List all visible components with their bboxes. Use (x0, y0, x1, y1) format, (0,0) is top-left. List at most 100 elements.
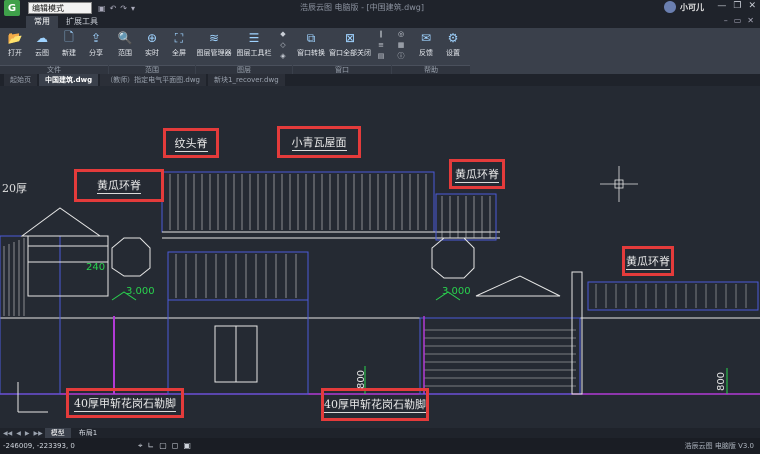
window-title: 浩辰云图 电脑版 - [中国建筑.dwg] (300, 3, 424, 12)
help-small-1-icon[interactable]: ◎ (396, 30, 406, 39)
title-bar: G 编辑模式 ▣ ↶ ↷ ▾ 浩辰云图 电脑版 - [中国建筑.dwg] 小可儿… (0, 0, 760, 16)
group-layer: 图层 (196, 65, 292, 74)
group-help: 帮助 (392, 65, 470, 74)
layer-toolbar-label: 图层工具栏 (236, 49, 272, 57)
cloud-button[interactable]: ☁ 云图 (29, 30, 55, 58)
help-small-2-icon[interactable]: ▦ (396, 41, 406, 50)
ucs-icon (17, 382, 48, 413)
callout-huanggua-ridge-mid: 黄瓜环脊 (449, 159, 505, 189)
ortho-icon[interactable]: ∟ (148, 441, 155, 451)
polar-icon[interactable]: ◻ (172, 441, 179, 451)
share-label: 分享 (89, 49, 103, 57)
close-icon[interactable]: ✕ (748, 1, 756, 11)
window-switch-label: 窗口转换 (297, 49, 325, 57)
avatar[interactable] (664, 1, 676, 13)
fullscreen-button[interactable]: ⛶ 全屏 (166, 30, 192, 58)
save-icon[interactable]: ▣ (98, 4, 106, 13)
open-folder-icon: 📂 (7, 31, 23, 45)
group-window: 窗口 (293, 65, 391, 74)
ribbon-minimize-icon[interactable]: – (724, 16, 728, 25)
zoom-realtime-button[interactable]: ⊕ 实时 (139, 30, 165, 58)
user-area[interactable]: 小可儿 (664, 1, 704, 13)
cascade-icon[interactable]: ▤ (376, 52, 386, 61)
fullscreen-label: 全屏 (172, 49, 186, 57)
layer-tool-small-2-icon[interactable]: ◇ (278, 41, 288, 50)
doc-tab-block-recover[interactable]: 新块1_recover.dwg (208, 74, 285, 86)
layer-tool-small-3-icon[interactable]: ◈ (278, 52, 288, 61)
ribbon-restore-icon[interactable]: ▭ (734, 16, 742, 25)
doc-tab-electrical-plan[interactable]: （教师）指定电气平面图.dwg (100, 74, 206, 86)
first-layout-icon[interactable]: ◀◀ (3, 430, 12, 437)
dropdown-icon[interactable]: ▾ (131, 4, 135, 13)
tab-common[interactable]: 常用 (26, 16, 58, 28)
close-all-windows-icon: ⊠ (344, 31, 356, 45)
feedback-button[interactable]: ✉ 反馈 (413, 30, 439, 58)
restore-icon[interactable]: ❐ (733, 1, 741, 11)
next-layout-icon[interactable]: ▶ (25, 430, 30, 437)
last-layout-icon[interactable]: ▶▶ (33, 430, 42, 437)
drawing-canvas[interactable]: 纹头脊 小青瓦屋面 黄瓜环脊 黄瓜环脊 黄瓜环脊 40厚甲斩花岗石勒脚 40厚甲… (0, 86, 760, 428)
status-bar: -246009, -223393, 0 ⌖ ∟ ▢ ◻ ▣ 浩辰云图 电脑版 V… (0, 438, 760, 454)
app-logo[interactable]: G (4, 0, 20, 16)
ribbon-close-icon[interactable]: ✕ (747, 16, 754, 25)
callout-granite-plinth-right: 40厚甲斩花岗石勒脚 (321, 388, 429, 421)
layer-manager-button[interactable]: ≋ 图层管理器 (196, 30, 232, 58)
left-hex-window (111, 237, 151, 277)
osnap-icon[interactable]: ▣ (183, 441, 191, 451)
zoom-realtime-icon: ⊕ (146, 31, 158, 45)
share-button[interactable]: ⇪ 分享 (83, 30, 109, 58)
layer-toolbar-icon: ☰ (248, 31, 260, 45)
document-tabs: 起始页 中国建筑.dwg （教师）指定电气平面图.dwg 新块1_recover… (0, 74, 760, 86)
zoom-range-button[interactable]: 🔍 范围 (112, 30, 138, 58)
right-low-roof (475, 275, 561, 297)
tab-model[interactable]: 模型 (44, 428, 71, 438)
tab-layout1[interactable]: 布局1 (73, 428, 103, 438)
window-controls: — ❐ ✕ (717, 1, 756, 11)
grid-icon[interactable]: ▢ (159, 441, 167, 451)
layer-toolbar-button[interactable]: ☰ 图层工具栏 (236, 30, 272, 58)
mode-select[interactable]: 编辑模式 (28, 2, 92, 14)
user-name: 小可儿 (680, 2, 704, 12)
layer-manager-icon: ≋ (208, 31, 220, 45)
status-toggles: ⌖ ∟ ▢ ◻ ▣ (138, 441, 191, 451)
garage-block (419, 317, 581, 395)
callout-huanggua-ridge-left: 黄瓜环脊 (74, 169, 164, 202)
open-button[interactable]: 📂 打开 (2, 30, 28, 58)
doc-tab-start[interactable]: 起始页 (4, 74, 37, 86)
window-switch-icon: ⧉ (306, 30, 316, 45)
layer-manager-label: 图层管理器 (196, 49, 232, 57)
callout-wentou-ridge: 纹头脊 (163, 128, 219, 158)
cloud-label: 云图 (35, 49, 49, 57)
zoom-realtime-label: 实时 (145, 49, 159, 57)
settings-button[interactable]: ⚙ 设置 (440, 30, 466, 58)
window-switch-button[interactable]: ⧉ 窗口转换 (294, 30, 328, 58)
zoom-window-icon: 🔍 (117, 31, 133, 45)
info-icon[interactable]: ⓘ (396, 52, 406, 61)
settings-label: 设置 (446, 49, 460, 57)
doc-tab-china-architecture[interactable]: 中国建筑.dwg (39, 74, 99, 86)
ribbon-window-controls: – ▭ ✕ (724, 16, 754, 25)
dim-800-b-label: 800 (716, 371, 728, 392)
undo-icon[interactable]: ↶ (110, 4, 117, 13)
tile-vertical-icon[interactable]: ∥ (376, 30, 386, 39)
tile-horizontal-icon[interactable]: ≡ (376, 41, 386, 50)
feedback-icon: ✉ (420, 31, 432, 45)
cursor-coordinates: -246009, -223393, 0 (3, 442, 75, 450)
layout-nav: ◀◀ ◀ ▶ ▶▶ (3, 430, 43, 437)
layer-tool-small-1-icon[interactable]: ◆ (278, 30, 288, 39)
close-all-windows-label: 窗口全部关闭 (329, 49, 371, 57)
zoom-range-label: 范围 (118, 49, 132, 57)
new-button[interactable]: 🗋 新建 (56, 30, 82, 58)
quick-access-toolbar: ▣ ↶ ↷ ▾ (98, 4, 135, 13)
prev-layout-icon[interactable]: ◀ (16, 430, 21, 437)
redo-icon[interactable]: ↷ (120, 4, 127, 13)
version-label: 浩辰云图 电脑版 V3.0 (684, 442, 754, 450)
feedback-label: 反馈 (419, 49, 433, 57)
snap-icon[interactable]: ⌖ (138, 441, 143, 451)
group-file: 文件 (0, 65, 108, 74)
elevation-right-label: 3.000 (442, 286, 471, 297)
new-file-icon: 🗋 (64, 29, 74, 44)
minimize-icon[interactable]: — (717, 1, 726, 11)
tab-extended-tools[interactable]: 扩展工具 (58, 16, 106, 28)
close-all-windows-button[interactable]: ⊠ 窗口全部关闭 (329, 30, 371, 58)
